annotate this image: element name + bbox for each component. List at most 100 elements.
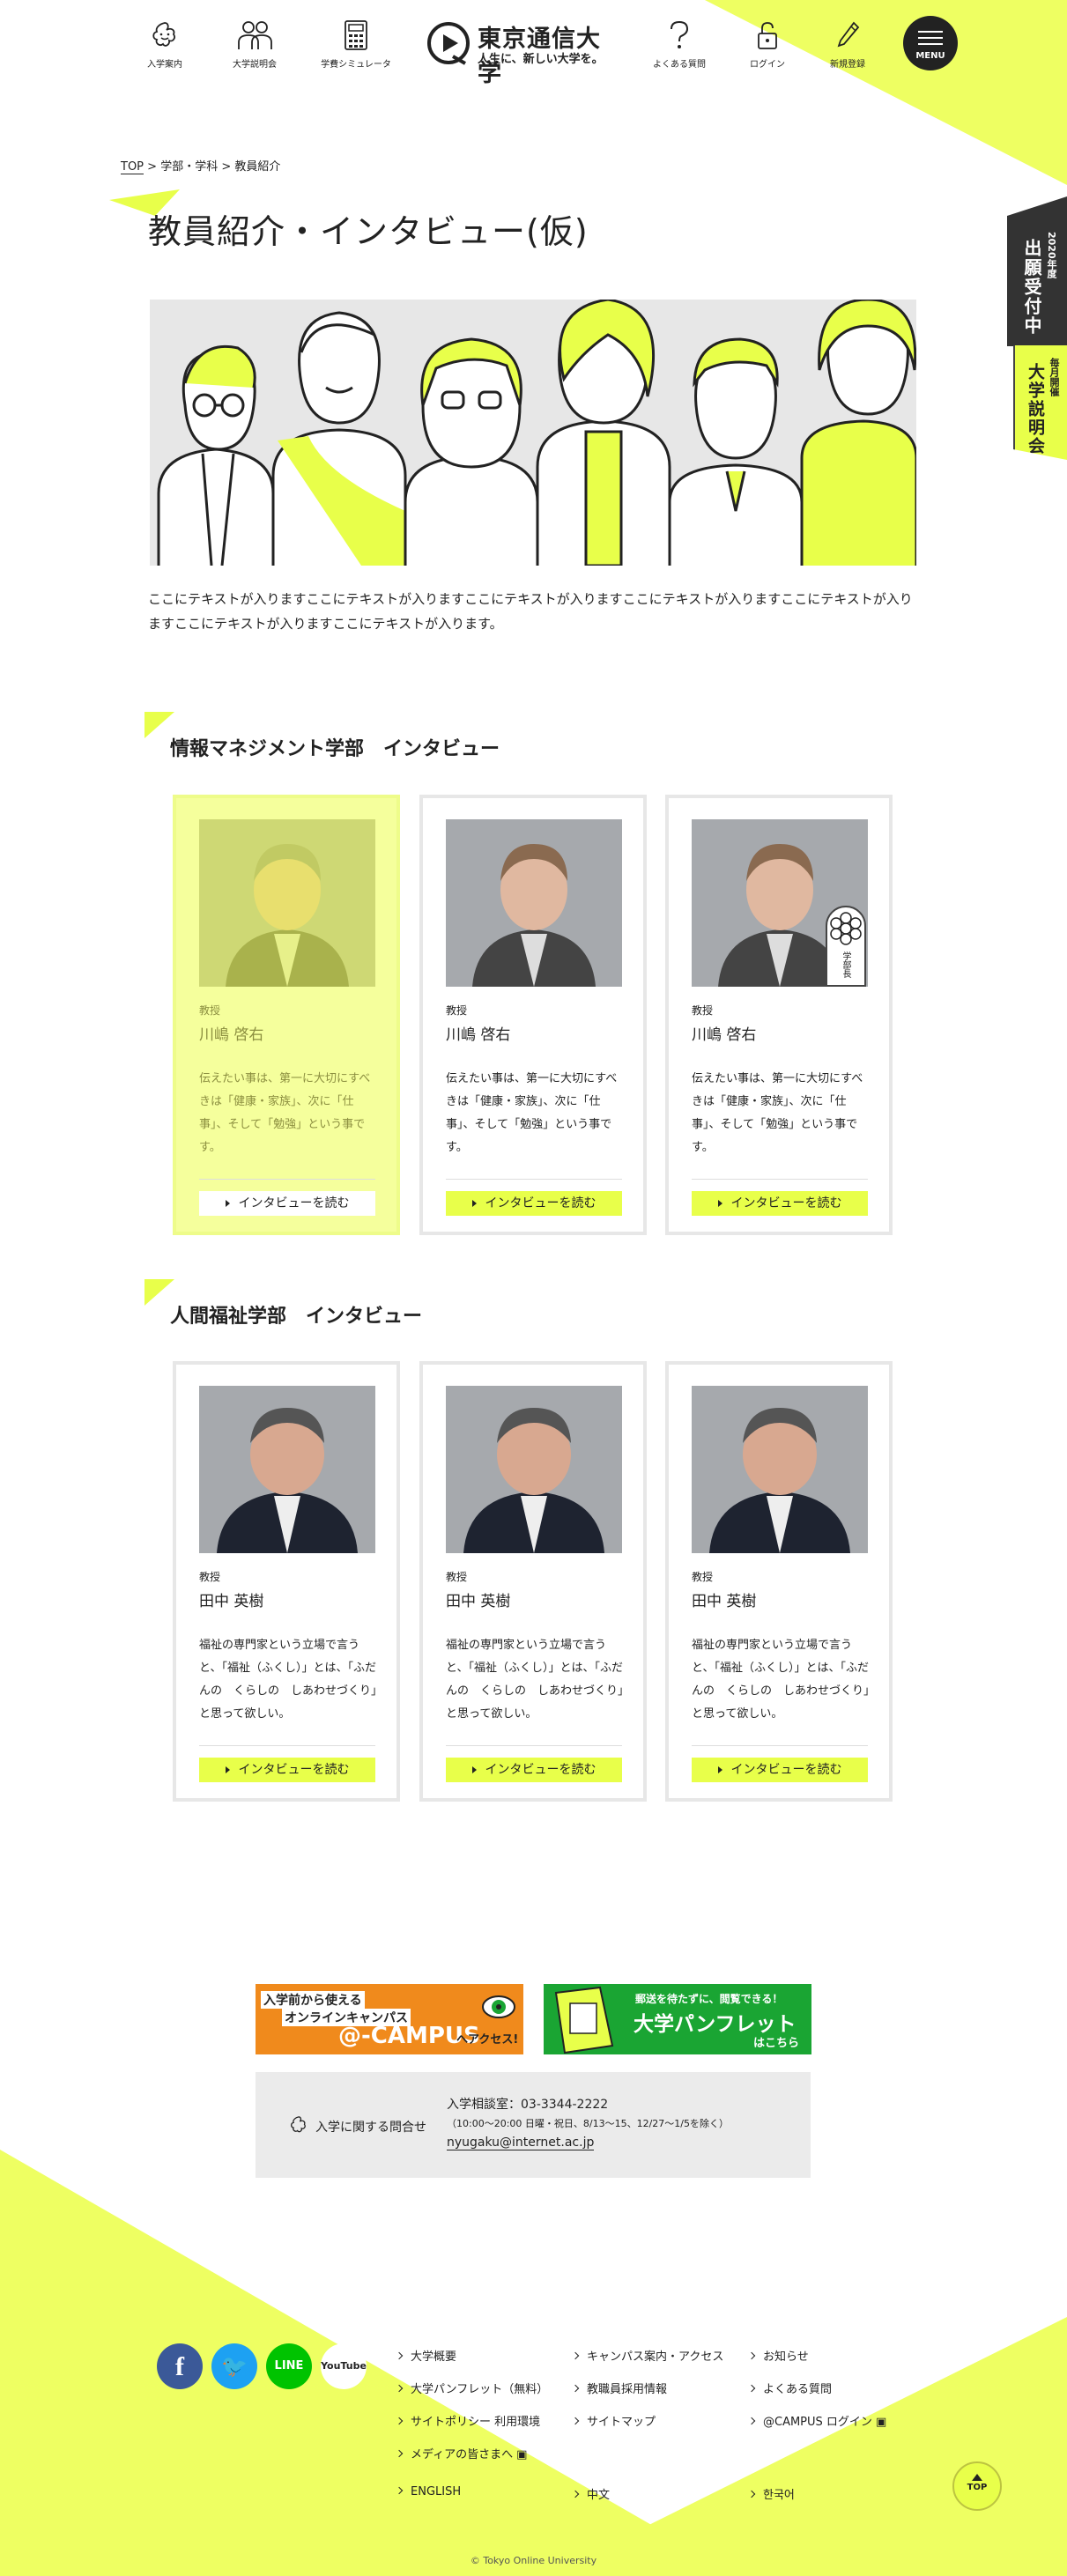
calculator-icon (345, 20, 367, 50)
faculty-photo: 学部長 (692, 819, 868, 987)
footer-link-about[interactable]: 大学概要 (395, 2347, 456, 2364)
read-interview-button[interactable]: インタビューを読む (692, 1191, 868, 1216)
nav-login[interactable]: ログイン (728, 19, 807, 70)
contact-hours: （10:00〜20:00 日曜・祝日、8/13〜15、12/27〜1/5を除く） (447, 2118, 729, 2129)
nav-tuition-simulator[interactable]: 学費シミュレータ (316, 19, 396, 70)
nav-briefing[interactable]: 大学説明会 (215, 19, 294, 70)
footer-lang-chinese[interactable]: 中文 (571, 2485, 610, 2502)
pencil-icon (837, 21, 860, 48)
briefing-label: 大学説明会 (1026, 363, 1045, 455)
faculty-role: 教授 (446, 1571, 468, 1583)
contact-email[interactable]: nyugaku@internet.ac.jp (447, 2136, 595, 2150)
section-title-human-welfare: 人間福祉学部 インタビュー (170, 1306, 423, 1328)
faculty-card[interactable]: 教授 川嶋 啓右 伝えたい事は、第一に大切にすべきは「健康・家族」、次に「仕事」… (173, 795, 400, 1235)
briefing-frequency: 毎月開催 (1048, 358, 1060, 396)
top-label: TOP (967, 2483, 988, 2492)
faculty-card[interactable]: 教授 田中 英樹 福祉の専門家という立場で言うと、「福祉（ふくし）」とは、「ふだ… (665, 1361, 893, 1802)
twitter-link[interactable]: 🐦 (211, 2343, 257, 2389)
line-link[interactable]: LINE (266, 2343, 312, 2389)
campus-sub: へアクセス! (456, 2033, 519, 2047)
facebook-link[interactable]: f (157, 2343, 203, 2389)
campus-banner[interactable]: 入学前から使える オンラインキャンパス @-CAMPUS へアクセス! (256, 1984, 523, 2054)
nav-faq[interactable]: よくある質問 (640, 19, 719, 70)
read-interview-button[interactable]: インタビューを読む (199, 1758, 375, 1782)
faculty-description: 伝えたい事は、第一に大切にすべきは「健康・家族」、次に「仕事」、そして「勉強」と… (692, 1072, 863, 1154)
faculty-name: 川嶋 啓右 (446, 1026, 511, 1044)
faculty-card[interactable]: 教授 田中 英樹 福祉の専門家という立場で言うと、「福祉（ふくし）」とは、「ふだ… (419, 1361, 647, 1802)
footer-link-campus-login[interactable]: @CAMPUS ログイン ▣ (747, 2412, 887, 2429)
footer-link-media[interactable]: メディアの皆さまへ ▣ (395, 2445, 528, 2461)
button-label: インタビューを読む (238, 1763, 350, 1777)
read-interview-button[interactable]: インタビューを読む (446, 1191, 622, 1216)
button-label: インタビューを読む (485, 1196, 596, 1210)
external-link-icon: ▣ (516, 2448, 528, 2461)
eye-icon (482, 1995, 515, 2018)
contact-phone: 入学相談室：03-3344-2222 (447, 2098, 609, 2112)
faculty-card[interactable]: 学部長 教授 川嶋 啓右 伝えたい事は、第一に大切にすべきは「健康・家族」、次に… (665, 795, 893, 1235)
youtube-icon: YouTube (321, 2360, 367, 2372)
breadcrumb-current: 教員紹介 (234, 160, 281, 174)
nav-label: 入学案内 (147, 60, 182, 70)
faculty-description: 福祉の専門家という立場で言うと、「福祉（ふくし）」とは、「ふだんの くらしの し… (199, 1639, 377, 1721)
faculty-name: 川嶋 啓右 (692, 1026, 757, 1044)
faculty-card[interactable]: 教授 田中 英樹 福祉の専門家という立場で言うと、「福祉（ふくし）」とは、「ふだ… (173, 1361, 400, 1802)
read-interview-button[interactable]: インタビューを読む (446, 1758, 622, 1782)
nav-admission[interactable]: 入学案内 (125, 19, 204, 70)
back-to-top-button[interactable]: TOP (952, 2461, 1002, 2511)
footer-link-campus-access[interactable]: キャンパス案内・アクセス (571, 2347, 723, 2364)
pamphlet-top: 郵送を待たずに、閲覧できる！ (635, 1993, 783, 2005)
card-divider (692, 1179, 868, 1180)
briefing-tab[interactable]: 毎月開催 大学説明会 (1013, 345, 1067, 460)
breadcrumb-separator: > (218, 160, 235, 174)
footer-link-pamphlet[interactable]: 大学パンフレット（無料） (395, 2380, 548, 2396)
faculty-role: 教授 (692, 1004, 714, 1017)
external-link-icon: ▣ (875, 2416, 887, 2429)
footer-link-faq[interactable]: よくある質問 (747, 2380, 832, 2396)
menu-button[interactable]: MENU (903, 16, 958, 70)
footer-lang-korean[interactable]: 한국어 (747, 2485, 795, 2502)
pamphlet-banner[interactable]: 郵送を待たずに、閲覧できる！ 大学パンフレット はこちら (544, 1984, 811, 2054)
faculty-photo (446, 819, 622, 987)
faculty-role: 教授 (199, 1004, 221, 1017)
breadcrumb-top[interactable]: TOP (121, 160, 144, 174)
footer-lang-english[interactable]: ENGLISH (395, 2485, 461, 2498)
faculty-role: 教授 (692, 1571, 714, 1583)
nav-label: 大学説明会 (233, 60, 277, 70)
nav-label: 学費シミュレータ (321, 60, 391, 70)
people-icon (238, 21, 272, 49)
read-interview-button[interactable]: インタビューを読む (199, 1191, 375, 1216)
facebook-icon: f (175, 2352, 184, 2381)
flower-icon (830, 912, 862, 945)
footer-link-sitemap[interactable]: サイトマップ (571, 2412, 656, 2429)
faculty-photo (692, 1386, 868, 1553)
university-logo[interactable]: 東京通信大学 人生に、新しい大学を。 (426, 18, 620, 87)
pamphlet-main: 大学パンフレット (634, 2013, 797, 2036)
lock-icon (758, 22, 777, 49)
footer-link-recruitment[interactable]: 教職員採用情報 (571, 2380, 667, 2396)
faculty-illustration-icon (157, 300, 916, 566)
flower-icon (291, 2116, 306, 2133)
faculty-photo (199, 1386, 375, 1553)
contact-label: 入学に関する問合せ (315, 2121, 426, 2135)
logo-mark-icon (427, 22, 470, 65)
faculty-photo (446, 1386, 622, 1553)
faculty-photo (199, 819, 375, 987)
arrow-right-icon (225, 1200, 230, 1207)
campus-line1: 入学前から使える (261, 1991, 365, 2009)
button-label: インタビューを読む (238, 1196, 350, 1210)
faculty-description: 福祉の専門家という立場で言うと、「福祉（ふくし）」とは、「ふだんの くらしの し… (446, 1639, 624, 1721)
youtube-link[interactable]: YouTube (321, 2343, 367, 2389)
button-label: インタビューを読む (730, 1763, 842, 1777)
footer-link-news[interactable]: お知らせ (747, 2347, 809, 2364)
footer-link-site-policy[interactable]: サイトポリシー 利用環境 (395, 2412, 540, 2429)
breadcrumb-faculty[interactable]: 学部・学科 (160, 160, 218, 174)
site-header: 入学案内 大学説明会 学費シミュレータ 東京通信大学 人生に、新しい大学を。 よ… (0, 0, 1067, 88)
card-divider (199, 1179, 375, 1180)
pamphlet-sub: はこちら (753, 2037, 800, 2050)
faculty-name: 田中 英樹 (446, 1593, 511, 1610)
nav-register[interactable]: 新規登録 (808, 19, 887, 70)
application-tab[interactable]: 2020年度 出願受付中 (1007, 196, 1067, 346)
breadcrumb: TOP > 学部・学科 > 教員紹介 (121, 157, 280, 174)
faculty-card[interactable]: 教授 川嶋 啓右 伝えたい事は、第一に大切にすべきは「健康・家族」、次に「仕事」… (419, 795, 647, 1235)
read-interview-button[interactable]: インタビューを読む (692, 1758, 868, 1782)
